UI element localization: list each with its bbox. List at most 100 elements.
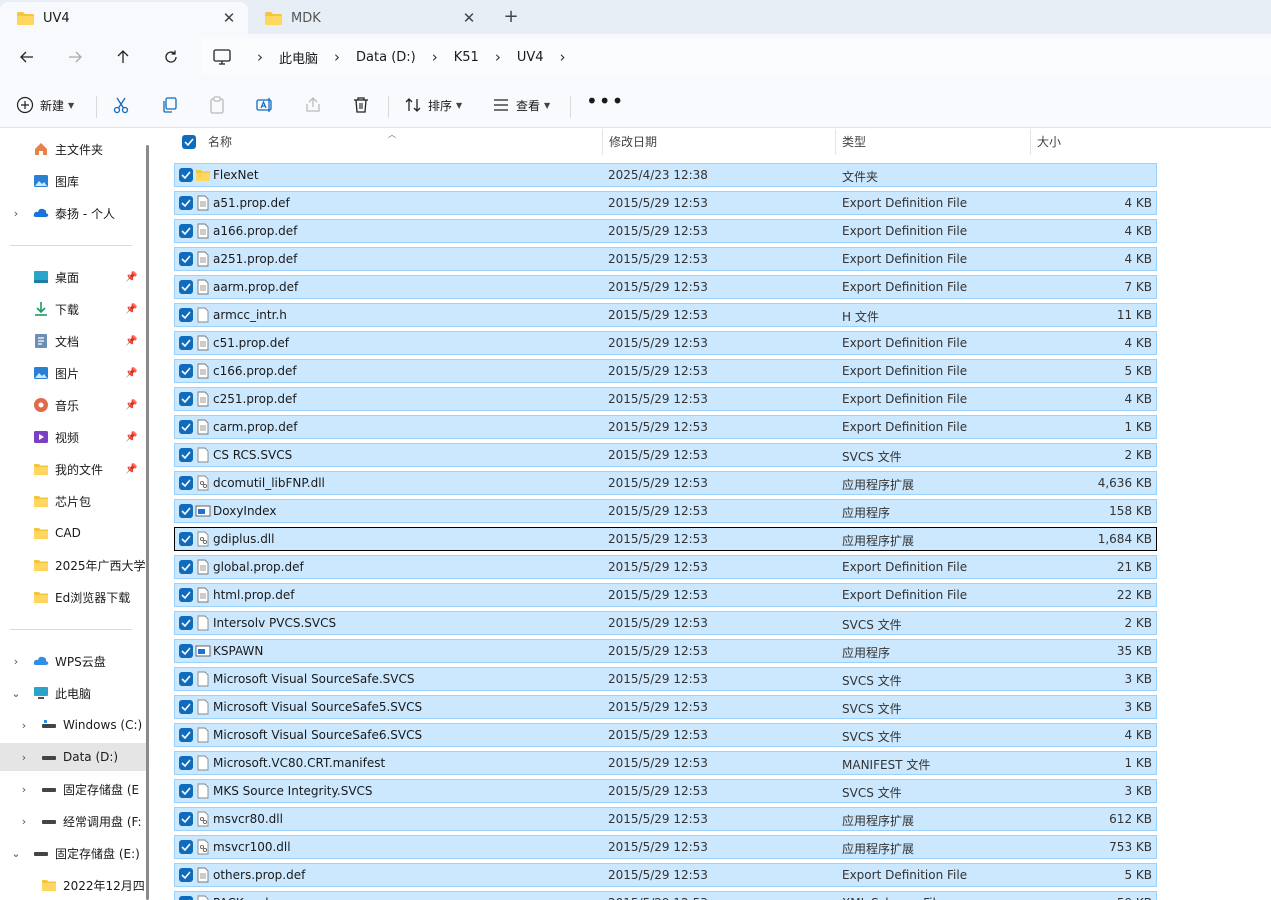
share-button[interactable] [304, 92, 322, 118]
monitor-icon[interactable] [213, 46, 235, 68]
chevron-down-icon[interactable]: ⌄ [10, 687, 22, 700]
close-tab-icon[interactable]: ✕ [456, 9, 482, 27]
row-checkbox[interactable] [179, 504, 193, 518]
file-row[interactable]: c166.prop.def 2015/5/29 12:53 Export Defin… [174, 359, 1157, 383]
tab-uv4[interactable]: UV4 ✕ [0, 2, 248, 34]
column-name[interactable]: 名称 [202, 129, 602, 155]
row-checkbox[interactable] [179, 756, 193, 770]
pin-icon[interactable]: 📌 [125, 432, 137, 443]
chevron-right-icon[interactable]: › [324, 48, 350, 66]
row-checkbox[interactable] [179, 868, 193, 882]
row-checkbox[interactable] [179, 700, 193, 714]
file-row[interactable]: msvcr80.dll 2015/5/29 12:53 应用程序扩展 612 KB [174, 807, 1157, 831]
sort-button[interactable]: 排序 ▼ [404, 92, 462, 118]
sidebar-item-downloads[interactable]: 下载 📌 [0, 295, 148, 323]
row-checkbox[interactable] [179, 812, 193, 826]
new-tab-icon[interactable]: + [498, 4, 524, 30]
sidebar-scrollbar[interactable] [146, 145, 149, 900]
pin-icon[interactable]: 📌 [125, 336, 137, 347]
row-checkbox[interactable] [179, 896, 193, 900]
row-checkbox[interactable] [179, 196, 193, 210]
file-row[interactable]: c251.prop.def 2015/5/29 12:53 Export Defin… [174, 387, 1157, 411]
file-row[interactable]: dcomutil_libFNP.dll 2015/5/29 12:53 应用程序扩展… [174, 471, 1157, 495]
row-checkbox[interactable] [179, 644, 193, 658]
column-size[interactable]: 大小 [1030, 129, 1160, 155]
chevron-right-icon[interactable]: › [485, 48, 511, 66]
row-checkbox[interactable] [179, 532, 193, 546]
sidebar-item-videos[interactable]: 视频 📌 [0, 423, 148, 451]
select-all-checkbox[interactable] [182, 135, 196, 149]
file-row[interactable]: Microsoft.VC80.CRT.manifest 2015/5/29 12:… [174, 751, 1157, 775]
sidebar-item-music[interactable]: 音乐 📌 [0, 391, 148, 419]
file-row[interactable]: others.prop.def 2015/5/29 12:53 Export Def… [174, 863, 1157, 887]
column-date[interactable]: 修改日期 [602, 129, 835, 155]
row-checkbox[interactable] [179, 784, 193, 798]
chevron-right-icon[interactable]: › [550, 48, 576, 66]
chevron-right-icon[interactable]: › [18, 719, 30, 732]
column-type[interactable]: 类型 [835, 129, 1030, 155]
sidebar-item-pictures[interactable]: 图片 📌 [0, 359, 148, 387]
pin-icon[interactable]: 📌 [125, 400, 137, 411]
sidebar-item-edge-downloads[interactable]: Ed浏览器下载 [0, 583, 148, 611]
sidebar-item-onedrive[interactable]: › 泰扬 - 个人 [0, 199, 148, 227]
file-row[interactable]: global.prop.def 2015/5/29 12:53 Export Def… [174, 555, 1157, 579]
row-checkbox[interactable] [179, 308, 193, 322]
file-row[interactable]: PACK.xsd 2015/5/29 12:53 XML Schema File 59… [174, 891, 1157, 900]
sidebar-item-drive-d[interactable]: › Data (D:) [0, 743, 148, 771]
row-checkbox[interactable] [179, 616, 193, 630]
row-checkbox[interactable] [179, 364, 193, 378]
up-icon[interactable] [108, 42, 138, 72]
row-checkbox[interactable] [179, 252, 193, 266]
row-checkbox[interactable] [179, 588, 193, 602]
file-row[interactable]: CS RCS.SVCS 2015/5/29 12:53 SVCS 文件 2 KB [174, 443, 1157, 467]
row-checkbox[interactable] [179, 280, 193, 294]
chevron-right-icon[interactable]: › [18, 783, 30, 796]
chevron-right-icon[interactable]: › [10, 655, 22, 668]
sidebar-item-this-pc[interactable]: ⌄ 此电脑 [0, 679, 148, 707]
file-row[interactable]: a51.prop.def 2015/5/29 12:53 Export Defini… [174, 191, 1157, 215]
breadcrumb-uv4[interactable]: UV4 [511, 50, 550, 65]
file-row[interactable]: html.prop.def 2015/5/29 12:53 Export Defin… [174, 583, 1157, 607]
file-row[interactable]: a251.prop.def 2015/5/29 12:53 Export Defin… [174, 247, 1157, 271]
sidebar-item-drive-c[interactable]: › Windows (C:) [0, 711, 148, 739]
sidebar-item-drive-f[interactable]: › 经常调用盘 (F: [0, 807, 148, 835]
chevron-right-icon[interactable]: › [247, 48, 273, 66]
file-row[interactable]: DoxyIndex 2015/5/29 12:53 应用程序 158 KB [174, 499, 1157, 523]
forward-icon[interactable] [60, 42, 90, 72]
paste-button[interactable] [208, 92, 226, 118]
file-row[interactable]: Microsoft Visual SourceSafe.SVCS 2015/5/2… [174, 667, 1157, 691]
file-row[interactable]: c51.prop.def 2015/5/29 12:53 Export Defini… [174, 331, 1157, 355]
new-button[interactable]: 新建 ▼ [16, 92, 74, 118]
close-tab-icon[interactable]: ✕ [216, 9, 242, 27]
view-button[interactable]: 查看 ▼ [492, 92, 550, 118]
chevron-right-icon[interactable]: › [18, 815, 30, 828]
chevron-right-icon[interactable]: › [18, 751, 30, 764]
chevron-down-icon[interactable]: ⌄ [10, 847, 22, 860]
sidebar-item-wps-cloud[interactable]: › WPS云盘 [0, 647, 148, 675]
address-bar[interactable]: › 此电脑 › Data (D:) › K51 › UV4 › [201, 39, 1271, 75]
file-row[interactable]: Intersolv PVCS.SVCS 2015/5/29 12:53 SVCS 文… [174, 611, 1157, 635]
sidebar-item-folder-2022[interactable]: 2022年12月四 [0, 871, 148, 899]
pin-icon[interactable]: 📌 [125, 368, 137, 379]
file-row[interactable]: gdiplus.dll 2015/5/29 12:53 应用程序扩展 1,684 KB [174, 527, 1157, 551]
pin-icon[interactable]: 📌 [125, 464, 137, 475]
row-checkbox[interactable] [179, 840, 193, 854]
copy-button[interactable] [160, 92, 178, 118]
file-row[interactable]: FlexNet 2025/4/23 12:38 文件夹 [174, 163, 1157, 187]
row-checkbox[interactable] [179, 168, 193, 182]
row-checkbox[interactable] [179, 560, 193, 574]
back-icon[interactable] [12, 42, 42, 72]
sidebar-item-desktop[interactable]: 桌面 📌 [0, 263, 148, 291]
row-checkbox[interactable] [179, 224, 193, 238]
file-row[interactable]: MKS Source Integrity.SVCS 2015/5/29 12:53… [174, 779, 1157, 803]
file-row[interactable]: armcc_intr.h 2015/5/29 12:53 H 文件 11 KB [174, 303, 1157, 327]
row-checkbox[interactable] [179, 728, 193, 742]
sidebar-item-drive-e-root[interactable]: ⌄ 固定存储盘 (E:) [0, 839, 148, 867]
chevron-right-icon[interactable]: › [422, 48, 448, 66]
file-row[interactable]: aarm.prop.def 2015/5/29 12:53 Export Defin… [174, 275, 1157, 299]
sidebar-item-drive-e[interactable]: › 固定存储盘 (E [0, 775, 148, 803]
row-checkbox[interactable] [179, 420, 193, 434]
refresh-icon[interactable] [156, 42, 186, 72]
row-checkbox[interactable] [179, 476, 193, 490]
file-row[interactable]: Microsoft Visual SourceSafe6.SVCS 2015/5/… [174, 723, 1157, 747]
